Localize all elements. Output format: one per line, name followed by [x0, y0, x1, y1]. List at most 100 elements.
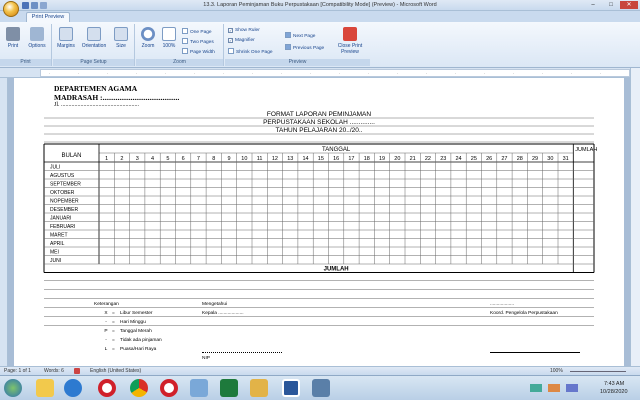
word-icon[interactable]: [282, 379, 300, 397]
day-number: 13: [287, 156, 293, 162]
opera-icon-2[interactable]: [160, 379, 178, 397]
office-button[interactable]: [3, 1, 19, 17]
ruler-tick: ·: [397, 71, 399, 76]
proofing-icon[interactable]: [74, 368, 80, 374]
legend-text: Tidak ada pinjaman: [120, 338, 162, 343]
month-label: DESEMBER: [50, 207, 78, 213]
tray-icons[interactable]: [530, 384, 590, 392]
excel-icon[interactable]: [220, 379, 238, 397]
month-label: JULI: [50, 165, 60, 171]
ruler-tick: ·: [484, 71, 486, 76]
print-label: Print: [7, 43, 19, 49]
two-pages-icon: [182, 38, 188, 44]
day-number: 28: [517, 156, 523, 162]
day-number: 26: [486, 156, 492, 162]
paint-icon[interactable]: [190, 379, 208, 397]
clock-date[interactable]: 10/28/2020: [600, 389, 628, 395]
next-page-button[interactable]: Next Page: [285, 32, 315, 39]
legend-text: Hari Minggu: [120, 320, 146, 325]
close-print-preview-button[interactable]: Close Print Preview: [333, 27, 367, 55]
margins-button[interactable]: Margins: [55, 27, 77, 49]
media-player-icon[interactable]: [64, 379, 82, 397]
vertical-scrollbar[interactable]: [630, 68, 640, 366]
word-count[interactable]: Words: 6: [44, 368, 64, 374]
month-label: MEI: [50, 250, 59, 256]
header-madrasah: MADRASAH :..............................…: [54, 93, 180, 102]
language[interactable]: English (United States): [90, 368, 141, 374]
day-number: 2: [120, 156, 123, 162]
zoom-slider[interactable]: [570, 371, 626, 372]
window-title: 13.3. Laporan Peminjaman Buku Perpustaka…: [203, 2, 437, 8]
orientation-label: Orientation: [81, 43, 107, 49]
day-number: 11: [257, 156, 263, 162]
options-button[interactable]: Options: [26, 27, 48, 49]
tanggal-header: TANGGAL: [322, 147, 351, 153]
close-button[interactable]: ✕: [620, 1, 638, 9]
two-pages-label: Two Pages: [190, 40, 214, 45]
folder-icon[interactable]: [250, 379, 268, 397]
header-department: DEPARTEMEN AGAMA: [54, 84, 138, 93]
zoom-level[interactable]: 100%: [550, 368, 563, 374]
legend-equals: =: [112, 347, 115, 352]
ruler-tick: ·: [107, 71, 109, 76]
zoom-group: Zoom 100% One Page Two Pages Page Width …: [136, 24, 224, 66]
explorer-icon[interactable]: [36, 379, 54, 397]
bulan-header: BULAN: [61, 153, 81, 159]
vertical-ruler[interactable]: [0, 78, 8, 366]
month-label: FEBRUARI: [50, 224, 75, 230]
legend-item: X = Libur Semester: [102, 311, 153, 316]
print-button[interactable]: Print: [2, 27, 24, 49]
day-number: 21: [410, 156, 416, 162]
zoom-100-button[interactable]: 100%: [158, 27, 180, 49]
ruler-tick: ·: [136, 71, 138, 76]
clock-time[interactable]: 7:43 AM: [604, 381, 624, 387]
opera-icon[interactable]: [98, 379, 116, 397]
page-width-button[interactable]: Page Width: [182, 48, 215, 55]
tab-print-preview[interactable]: Print Preview: [26, 12, 70, 22]
zoom-label: Zoom: [141, 43, 155, 49]
day-number: 24: [455, 156, 461, 162]
show-ruler-check-icon: ✓: [228, 28, 233, 33]
day-number: 30: [547, 156, 553, 162]
ruler-tick: ·: [426, 71, 428, 76]
shrink-one-page-button[interactable]: Shrink One Page: [228, 48, 273, 55]
page-count[interactable]: Page: 1 of 1: [4, 368, 31, 374]
day-number: 27: [501, 156, 507, 162]
legend-symbol: X: [104, 311, 108, 316]
show-ruler-checkbox[interactable]: ✓ Show Ruler: [228, 28, 260, 33]
app-icon[interactable]: [312, 379, 330, 397]
page-setup-group-label: Page Setup: [53, 59, 134, 66]
previous-page-icon: [285, 44, 291, 50]
ruler-scale: · · · · · · · · · · · · · · · · · · · ·: [40, 69, 630, 77]
start-button[interactable]: [4, 379, 22, 397]
orientation-button[interactable]: Orientation: [80, 27, 108, 49]
day-number: 25: [471, 156, 477, 162]
maximize-button[interactable]: □: [602, 1, 620, 9]
close-print-preview-label: Close Print Preview: [337, 43, 363, 55]
chrome-icon[interactable]: [130, 379, 148, 397]
ruler-tick: ·: [49, 71, 51, 76]
magnifier-checkbox[interactable]: ✓ Magnifier: [228, 38, 255, 43]
pengelola-label: Koord. Pengelola Perpustakaan: [490, 311, 558, 316]
day-number: 6: [182, 156, 185, 162]
month-label: MARET: [50, 233, 68, 239]
margins-icon: [59, 27, 73, 41]
minimize-button[interactable]: –: [584, 1, 602, 9]
legend-equals: =: [112, 329, 115, 334]
legend-item: - = Tidak ada pinjaman: [102, 338, 162, 343]
page-width-label: Page Width: [190, 50, 215, 55]
document-page[interactable]: DEPARTEMEN AGAMA MADRASAH :.............…: [14, 78, 624, 366]
previous-page-button[interactable]: Previous Page: [285, 44, 324, 51]
legend-equals: =: [112, 311, 115, 316]
legend-text: Libur Semester: [120, 311, 153, 316]
one-page-button[interactable]: One Page: [182, 28, 212, 35]
horizontal-ruler[interactable]: · · · · · · · · · · · · · · · · · · · ·: [0, 68, 640, 78]
day-number: 8: [212, 156, 215, 162]
zoom-button[interactable]: Zoom: [137, 27, 159, 49]
two-pages-button[interactable]: Two Pages: [182, 38, 214, 45]
month-label: OKTOBER: [50, 190, 75, 196]
day-number: 12: [272, 156, 278, 162]
printer-icon: [6, 27, 20, 41]
month-label: JANUARI: [50, 216, 71, 222]
size-button[interactable]: Size: [110, 27, 132, 49]
